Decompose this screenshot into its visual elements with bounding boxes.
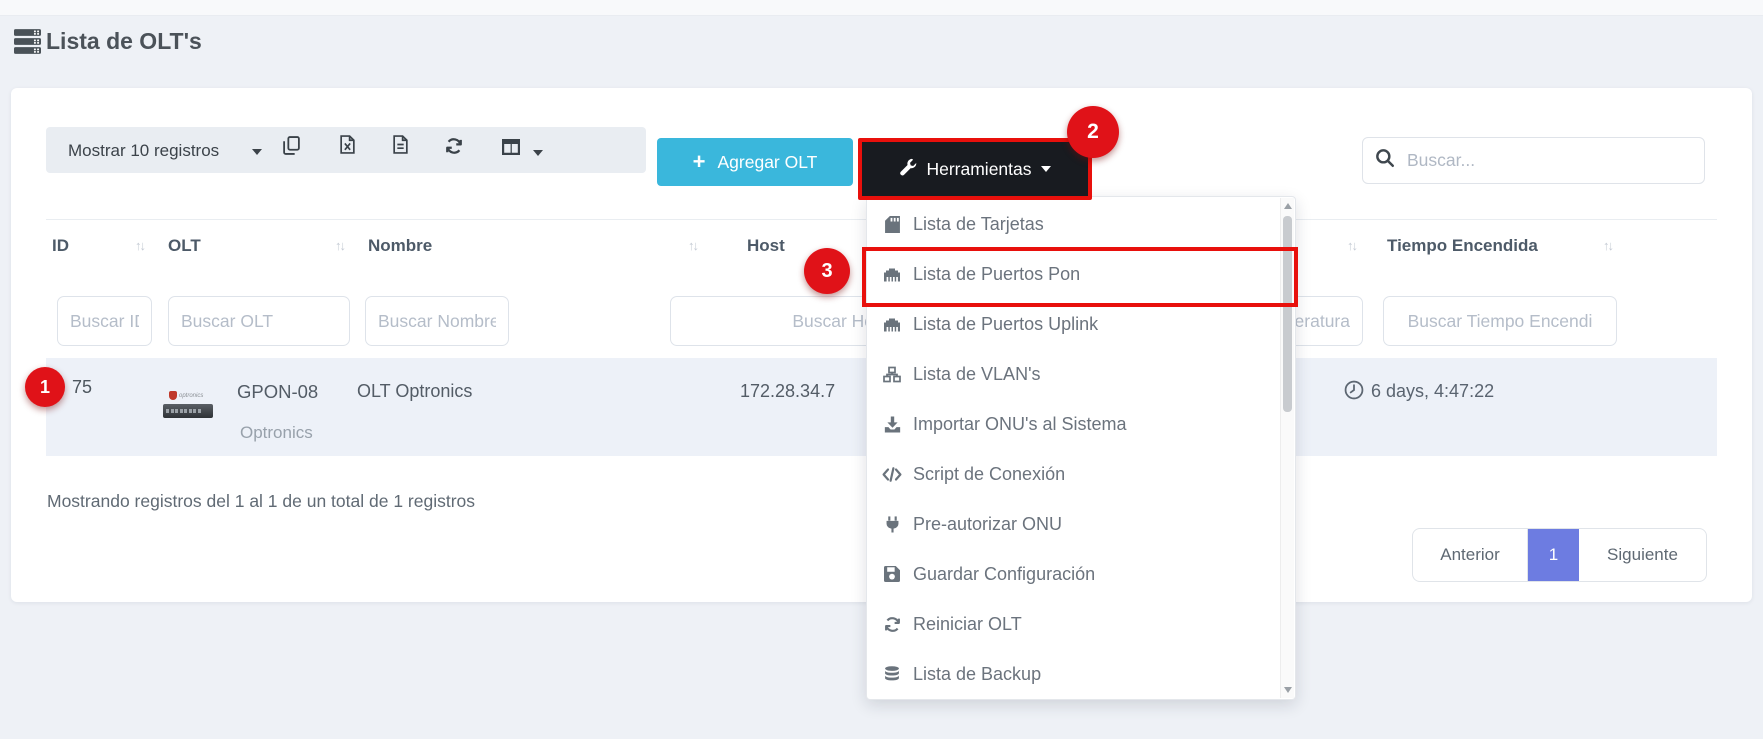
filter-tiempo-input[interactable] [1383, 296, 1617, 346]
tools-button[interactable]: Herramientas [858, 138, 1092, 200]
scroll-up-icon[interactable] [1284, 203, 1292, 209]
records-info: Mostrando registros del 1 al 1 de un tot… [47, 491, 475, 512]
annotation-step-1: 1 [25, 367, 65, 407]
menu-item-label: Script de Conexión [913, 464, 1065, 485]
sitemap-icon [881, 366, 903, 383]
scroll-down-icon[interactable] [1284, 687, 1292, 693]
row-olt-brand: Optronics [240, 423, 313, 443]
row-nombre-value: OLT Optronics [357, 381, 472, 402]
menu-item-guardar-configuracion[interactable]: Guardar Configuración [867, 549, 1279, 599]
show-entries-dropdown[interactable]: Mostrar 10 registros [68, 141, 219, 161]
annotation-step-3: 3 [804, 248, 850, 294]
filter-id-input[interactable] [57, 296, 152, 346]
row-host-value: 172.28.34.7 [740, 381, 835, 402]
database-icon [881, 666, 903, 683]
row-uptime-value: 6 days, 4:47:22 [1371, 381, 1494, 402]
menu-item-pre-autorizar-onu[interactable]: Pre-autorizar ONU [867, 499, 1279, 549]
plus-icon: + [693, 151, 706, 173]
menu-item-label: Pre-autorizar ONU [913, 514, 1062, 535]
column-header-olt[interactable]: OLT [168, 236, 201, 256]
tools-label: Herramientas [926, 159, 1031, 180]
menu-item-importar-onus[interactable]: Importar ONU's al Sistema [867, 399, 1279, 449]
excel-file-icon[interactable] [340, 135, 355, 159]
menu-item-script-de-conexion[interactable]: Script de Conexión [867, 449, 1279, 499]
chevron-down-icon [1041, 166, 1051, 172]
previous-page-button[interactable]: Anterior [1413, 529, 1528, 581]
menu-item-label: Lista de Tarjetas [913, 214, 1044, 235]
olt-list-screen: Lista de OLT's Mostrar 10 registros + Ag… [0, 0, 1763, 739]
copy-icon[interactable] [283, 136, 300, 160]
menu-item-label: Lista de Backup [913, 664, 1041, 685]
menu-item-reiniciar-olt[interactable]: Reiniciar OLT [867, 599, 1279, 649]
current-page-button[interactable]: 1 [1528, 529, 1579, 581]
brand-shield-icon [169, 391, 177, 400]
search-icon [1375, 148, 1395, 173]
columns-icon[interactable] [502, 139, 520, 160]
code-icon [881, 467, 903, 482]
server-icon [14, 29, 41, 59]
filter-nombre-input[interactable] [365, 296, 509, 346]
sd-card-icon [881, 216, 903, 233]
menu-item-label: Reiniciar OLT [913, 614, 1022, 635]
search-container [1362, 137, 1705, 184]
chevron-down-icon [252, 149, 262, 155]
sort-icon[interactable]: ↑↓ [135, 238, 144, 253]
search-input[interactable] [1407, 150, 1677, 171]
sort-icon[interactable]: ↑↓ [1603, 238, 1612, 253]
menu-item-label: Lista de Puertos Uplink [913, 314, 1098, 335]
scrollbar-thumb[interactable] [1283, 216, 1292, 412]
sort-icon[interactable]: ↑↓ [1347, 238, 1356, 253]
menu-item-lista-de-tarjetas[interactable]: Lista de Tarjetas [867, 199, 1279, 249]
page-title: Lista de OLT's [46, 28, 202, 55]
column-header-tiempo[interactable]: Tiempo Encendida [1387, 236, 1538, 256]
annotation-step-2: 2 [1067, 106, 1119, 158]
save-icon [881, 566, 903, 582]
refresh-icon[interactable] [445, 138, 463, 159]
add-olt-label: Agregar OLT [718, 152, 818, 173]
menu-item-lista-de-vlans[interactable]: Lista de VLAN's [867, 349, 1279, 399]
column-header-nombre[interactable]: Nombre [368, 236, 432, 256]
wrench-icon [899, 158, 917, 181]
menu-item-label: Importar ONU's al Sistema [913, 414, 1127, 435]
download-icon [881, 416, 903, 433]
olt-device-image: optronics [163, 391, 215, 441]
pagination: Anterior 1 Siguiente [1412, 528, 1707, 582]
chevron-down-icon[interactable] [533, 150, 543, 156]
sort-icon[interactable]: ↑↓ [335, 238, 344, 253]
ethernet-icon [881, 317, 903, 332]
column-header-id[interactable]: ID [52, 236, 69, 256]
menu-item-label: Lista de VLAN's [913, 364, 1041, 385]
row-olt-model: GPON-08 [237, 381, 318, 403]
olt-chassis [163, 404, 213, 418]
add-olt-button[interactable]: + Agregar OLT [657, 138, 853, 186]
plug-icon [881, 516, 903, 533]
refresh-icon [881, 617, 903, 632]
sort-icon[interactable]: ↑↓ [688, 238, 697, 253]
row-id-value: 75 [72, 377, 92, 398]
filter-olt-input[interactable] [168, 296, 350, 346]
clock-icon [1344, 380, 1364, 405]
text-file-icon[interactable] [393, 135, 408, 159]
column-header-host[interactable]: Host [747, 236, 785, 256]
brand-text: optronics [179, 393, 203, 399]
next-page-button[interactable]: Siguiente [1579, 529, 1706, 581]
annotation-highlight-box [862, 247, 1298, 307]
top-navbar-edge [0, 0, 1763, 16]
menu-item-lista-de-backup[interactable]: Lista de Backup [867, 649, 1279, 699]
menu-item-label: Guardar Configuración [913, 564, 1095, 585]
